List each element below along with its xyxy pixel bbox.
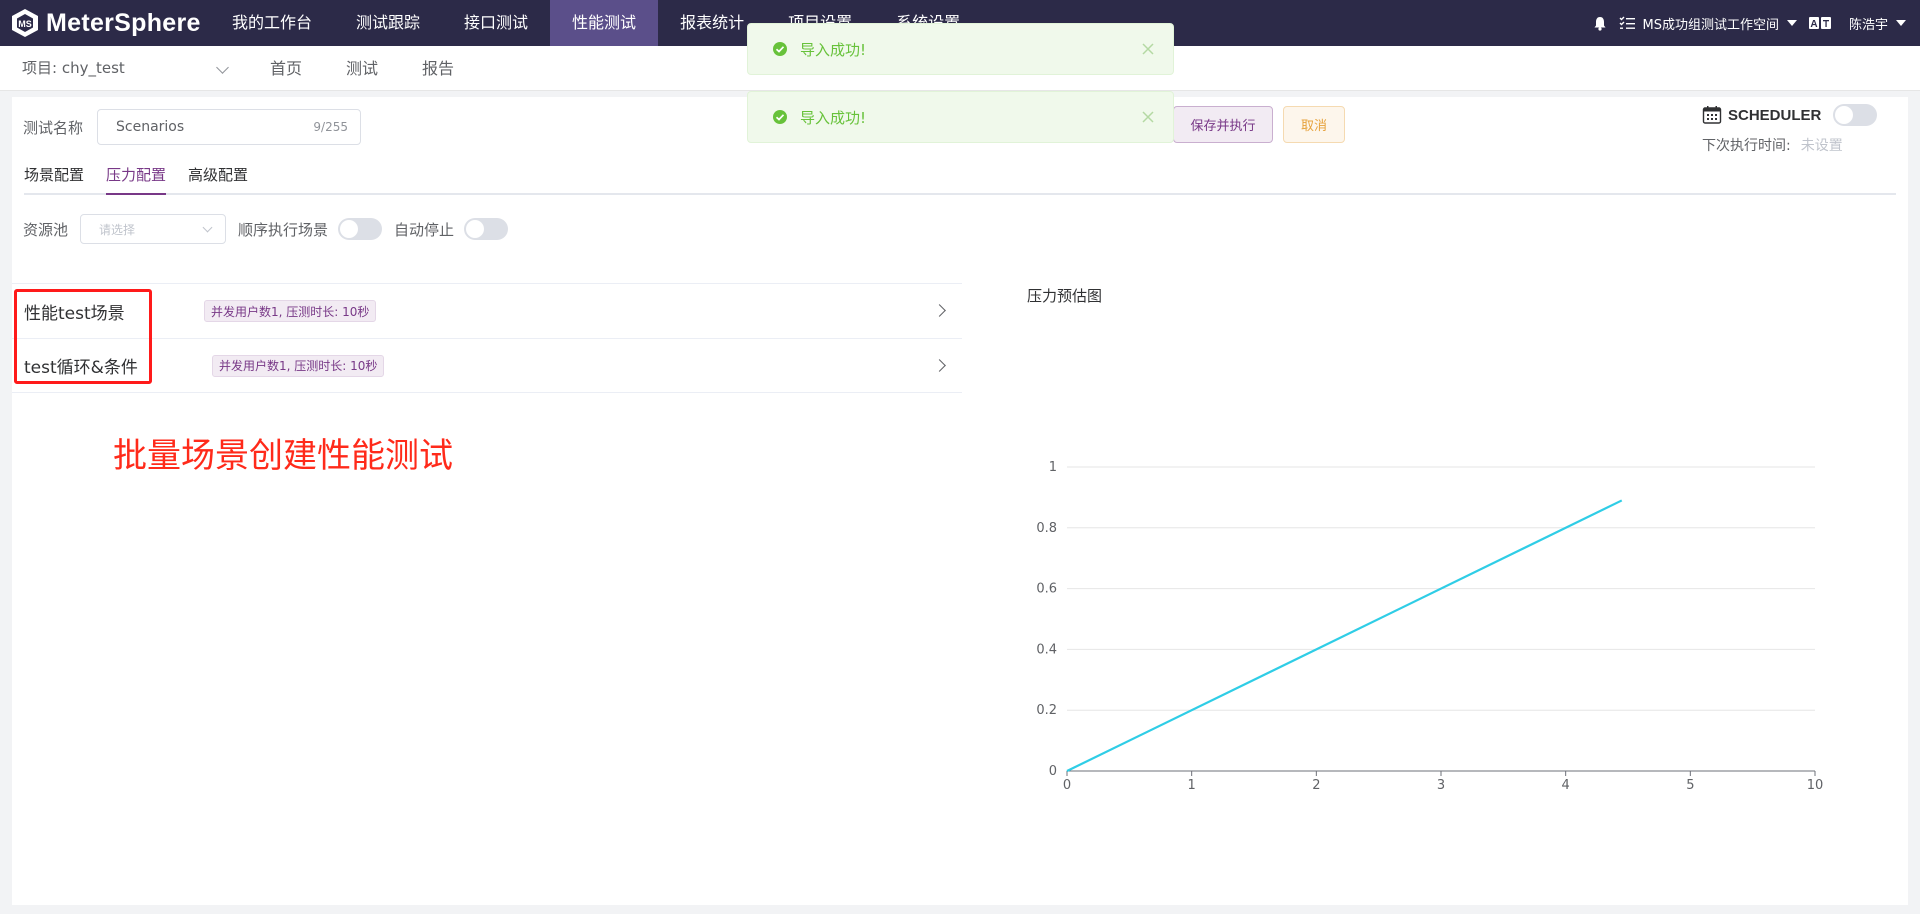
chart-x-tick-label: 2 <box>1312 778 1320 793</box>
chart-series-line <box>1066 499 1623 772</box>
chart-x-tick-label: 4 <box>1562 778 1570 793</box>
test-name-value: Scenarios <box>116 119 185 135</box>
scenario-tag: 并发用户数1, 压测时长: 10秒 <box>212 354 385 377</box>
chevron-down-icon <box>202 222 213 233</box>
list-check-icon <box>1619 16 1635 29</box>
calendar-icon[interactable] <box>1702 105 1722 125</box>
header-tools: MS成功组测试工作空间 A 陈浩宇 <box>1581 0 1906 46</box>
chart-y-tick-label: 0.2 <box>1036 703 1057 718</box>
sequential-label: 顺序执行场景 <box>238 220 329 239</box>
chart-title: 压力预估图 <box>1027 287 1103 305</box>
test-name-input[interactable]: Scenarios 9/255 <box>97 109 362 145</box>
char-counter: 9/255 <box>313 120 349 134</box>
app-name: MeterSphere <box>46 8 201 37</box>
chevron-right-icon[interactable] <box>933 304 946 317</box>
scenario-row[interactable]: test循环&条件 并发用户数1, 压测时长: 10秒 <box>12 338 962 393</box>
nav-item-performance-test[interactable]: 性能测试 <box>550 0 659 46</box>
nav-item-test-track[interactable]: 测试跟踪 <box>334 0 442 46</box>
chart-x-tick-label: 1 <box>1188 778 1196 793</box>
chevron-right-icon[interactable] <box>933 359 946 372</box>
tab-pressure-config[interactable]: 压力配置 <box>96 155 176 195</box>
scheduler: SCHEDULER <box>1702 104 1878 126</box>
chart-x-tick-label: 3 <box>1437 778 1445 793</box>
annotation-text: 批量场景创建性能测试 <box>113 436 453 476</box>
svg-text:MS: MS <box>18 19 32 29</box>
pressure-options: 资源池 请选择 顺序执行场景 自动停止 <box>23 214 509 244</box>
logo[interactable]: MS MeterSphere <box>10 7 201 39</box>
sub-tabs: 首页 测试 报告 <box>248 46 476 91</box>
chart-y-tick-label: 1 <box>1049 460 1057 475</box>
workspace-switcher[interactable]: MS成功组测试工作空间 <box>1619 14 1797 33</box>
chart-y-tick-label: 0.6 <box>1036 582 1057 597</box>
chevron-down-icon <box>216 61 229 74</box>
caret-down-icon <box>1786 20 1797 26</box>
check-circle-icon <box>773 110 787 124</box>
project-name: 项目: chy_test <box>22 59 125 77</box>
tab-advanced-config[interactable]: 高级配置 <box>178 155 258 193</box>
auto-stop-toggle[interactable] <box>464 218 509 240</box>
toast-message: 导入成功! <box>747 23 1174 75</box>
test-name-row: 测试名称 Scenarios 9/255 <box>23 109 362 145</box>
test-name-label: 测试名称 <box>23 118 84 137</box>
close-icon[interactable] <box>1141 110 1155 124</box>
resource-pool-label: 资源池 <box>23 220 69 239</box>
scheduler-toggle[interactable] <box>1833 104 1878 126</box>
save-and-run-button[interactable]: 保存并执行 <box>1173 106 1273 143</box>
next-run-value: 未设置 <box>1800 138 1843 154</box>
resource-pool-placeholder: 请选择 <box>99 222 136 237</box>
nav-item-api-test[interactable]: 接口测试 <box>442 0 550 46</box>
toast-text: 导入成功! <box>800 108 867 127</box>
scenario-tag: 并发用户数1, 压测时长: 10秒 <box>204 300 377 322</box>
close-icon[interactable] <box>1141 42 1155 56</box>
sub-tab-home[interactable]: 首页 <box>248 46 324 91</box>
sub-tab-test[interactable]: 测试 <box>324 46 400 91</box>
pressure-chart: 00.20.40.60.810 1 2 3 4 5 10 <box>1036 460 1824 793</box>
language-icon[interactable]: A <box>1808 17 1831 29</box>
cancel-button[interactable]: 取消 <box>1283 106 1345 143</box>
chart-x-tick-label: 0 <box>1063 778 1071 793</box>
scenario-row[interactable]: 性能test场景 并发用户数1, 压测时长: 10秒 <box>12 283 962 338</box>
auto-stop-label: 自动停止 <box>394 220 455 239</box>
scheduler-label: SCHEDULER <box>1728 106 1822 124</box>
chart-x-tick-label: 5 <box>1686 778 1694 793</box>
annotation-highlight-box <box>14 289 152 384</box>
chart-x-tick-label: 10 <box>1807 778 1824 793</box>
sub-tab-report[interactable]: 报告 <box>400 46 476 91</box>
user-name: 陈浩宇 <box>1848 17 1888 33</box>
nav-item-workbench[interactable]: 我的工作台 <box>210 0 334 46</box>
chart-y-tick-label: 0.4 <box>1036 642 1057 657</box>
project-select[interactable]: 项目: chy_test <box>22 46 229 91</box>
bell-icon[interactable] <box>1593 16 1607 31</box>
sequential-toggle[interactable] <box>338 218 383 240</box>
next-run-label: 下次执行时间: <box>1702 138 1791 154</box>
chart-y-tick-label: 0.8 <box>1036 521 1057 536</box>
metersphere-logo-icon: MS <box>12 9 38 37</box>
scenario-list: 性能test场景 并发用户数1, 压测时长: 10秒 test循环&条件 并发用… <box>12 283 962 393</box>
workspace-name: MS成功组测试工作空间 <box>1642 17 1779 33</box>
config-tabs: 场景配置 压力配置 高级配置 <box>24 155 1896 195</box>
toast-message: 导入成功! <box>747 91 1174 143</box>
next-run-time: 下次执行时间: 未设置 <box>1702 135 1843 155</box>
tab-scenario-config[interactable]: 场景配置 <box>24 155 94 193</box>
resource-pool-select[interactable]: 请选择 <box>80 214 227 244</box>
toast-text: 导入成功! <box>800 40 867 59</box>
svg-text:A: A <box>1810 19 1817 29</box>
check-circle-icon <box>773 42 787 56</box>
user-menu[interactable]: 陈浩宇 <box>1849 14 1906 33</box>
test-edit-card: 测试名称 Scenarios 9/255 保存并执行 取消 SCHEDULER … <box>12 97 1908 905</box>
caret-down-icon <box>1896 20 1906 26</box>
chart-y-tick-label: 0 <box>1049 764 1057 779</box>
